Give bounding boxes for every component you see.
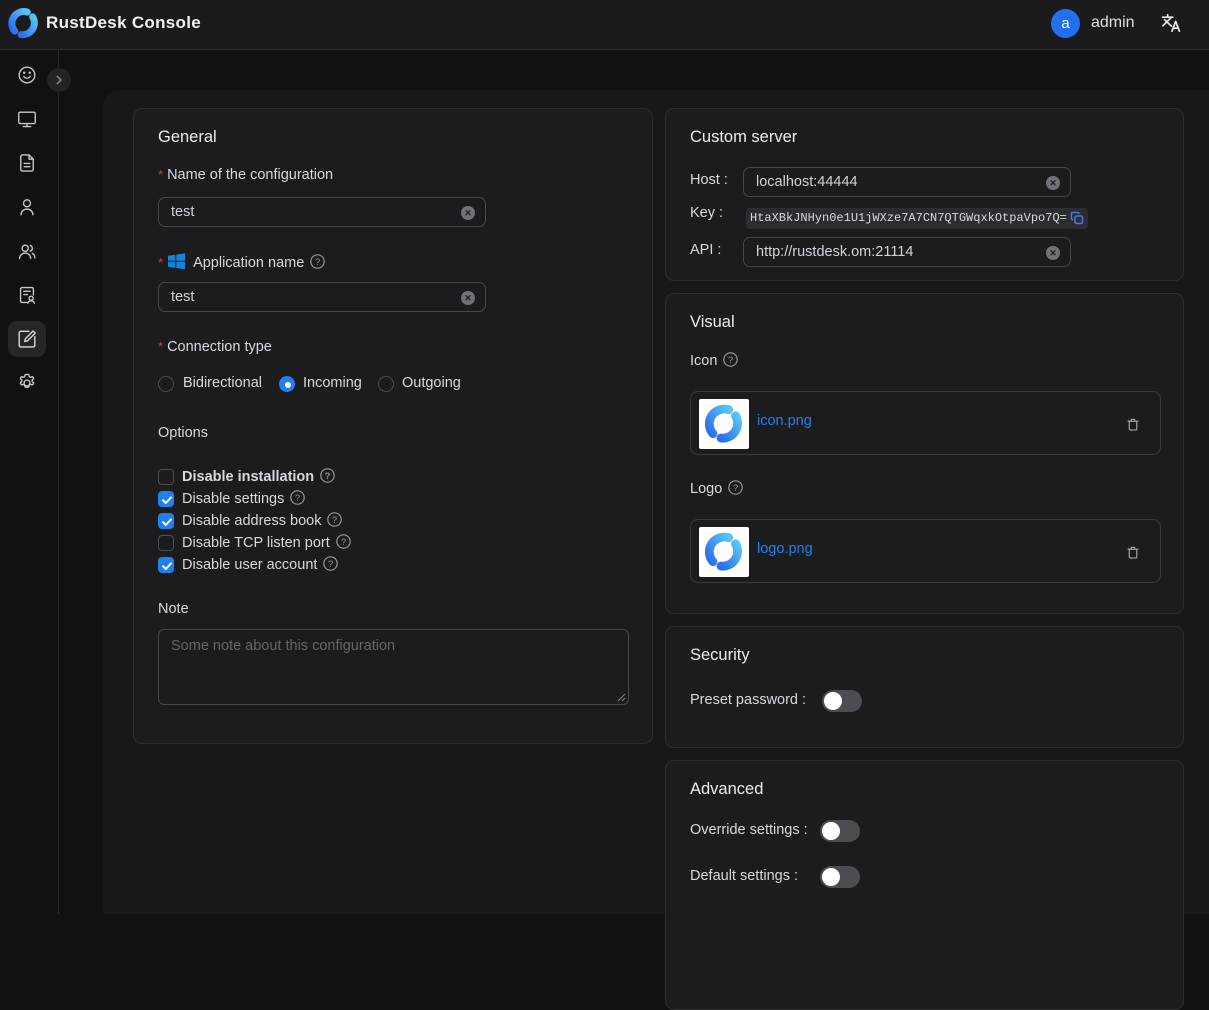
svg-text:?: ? — [328, 558, 333, 569]
svg-text:?: ? — [295, 492, 300, 503]
svg-text:?: ? — [341, 536, 346, 547]
svg-text:?: ? — [325, 470, 331, 481]
svg-text:?: ? — [315, 257, 320, 268]
svg-text:?: ? — [733, 483, 738, 494]
svg-text:?: ? — [728, 355, 733, 366]
svg-text:?: ? — [332, 514, 337, 525]
